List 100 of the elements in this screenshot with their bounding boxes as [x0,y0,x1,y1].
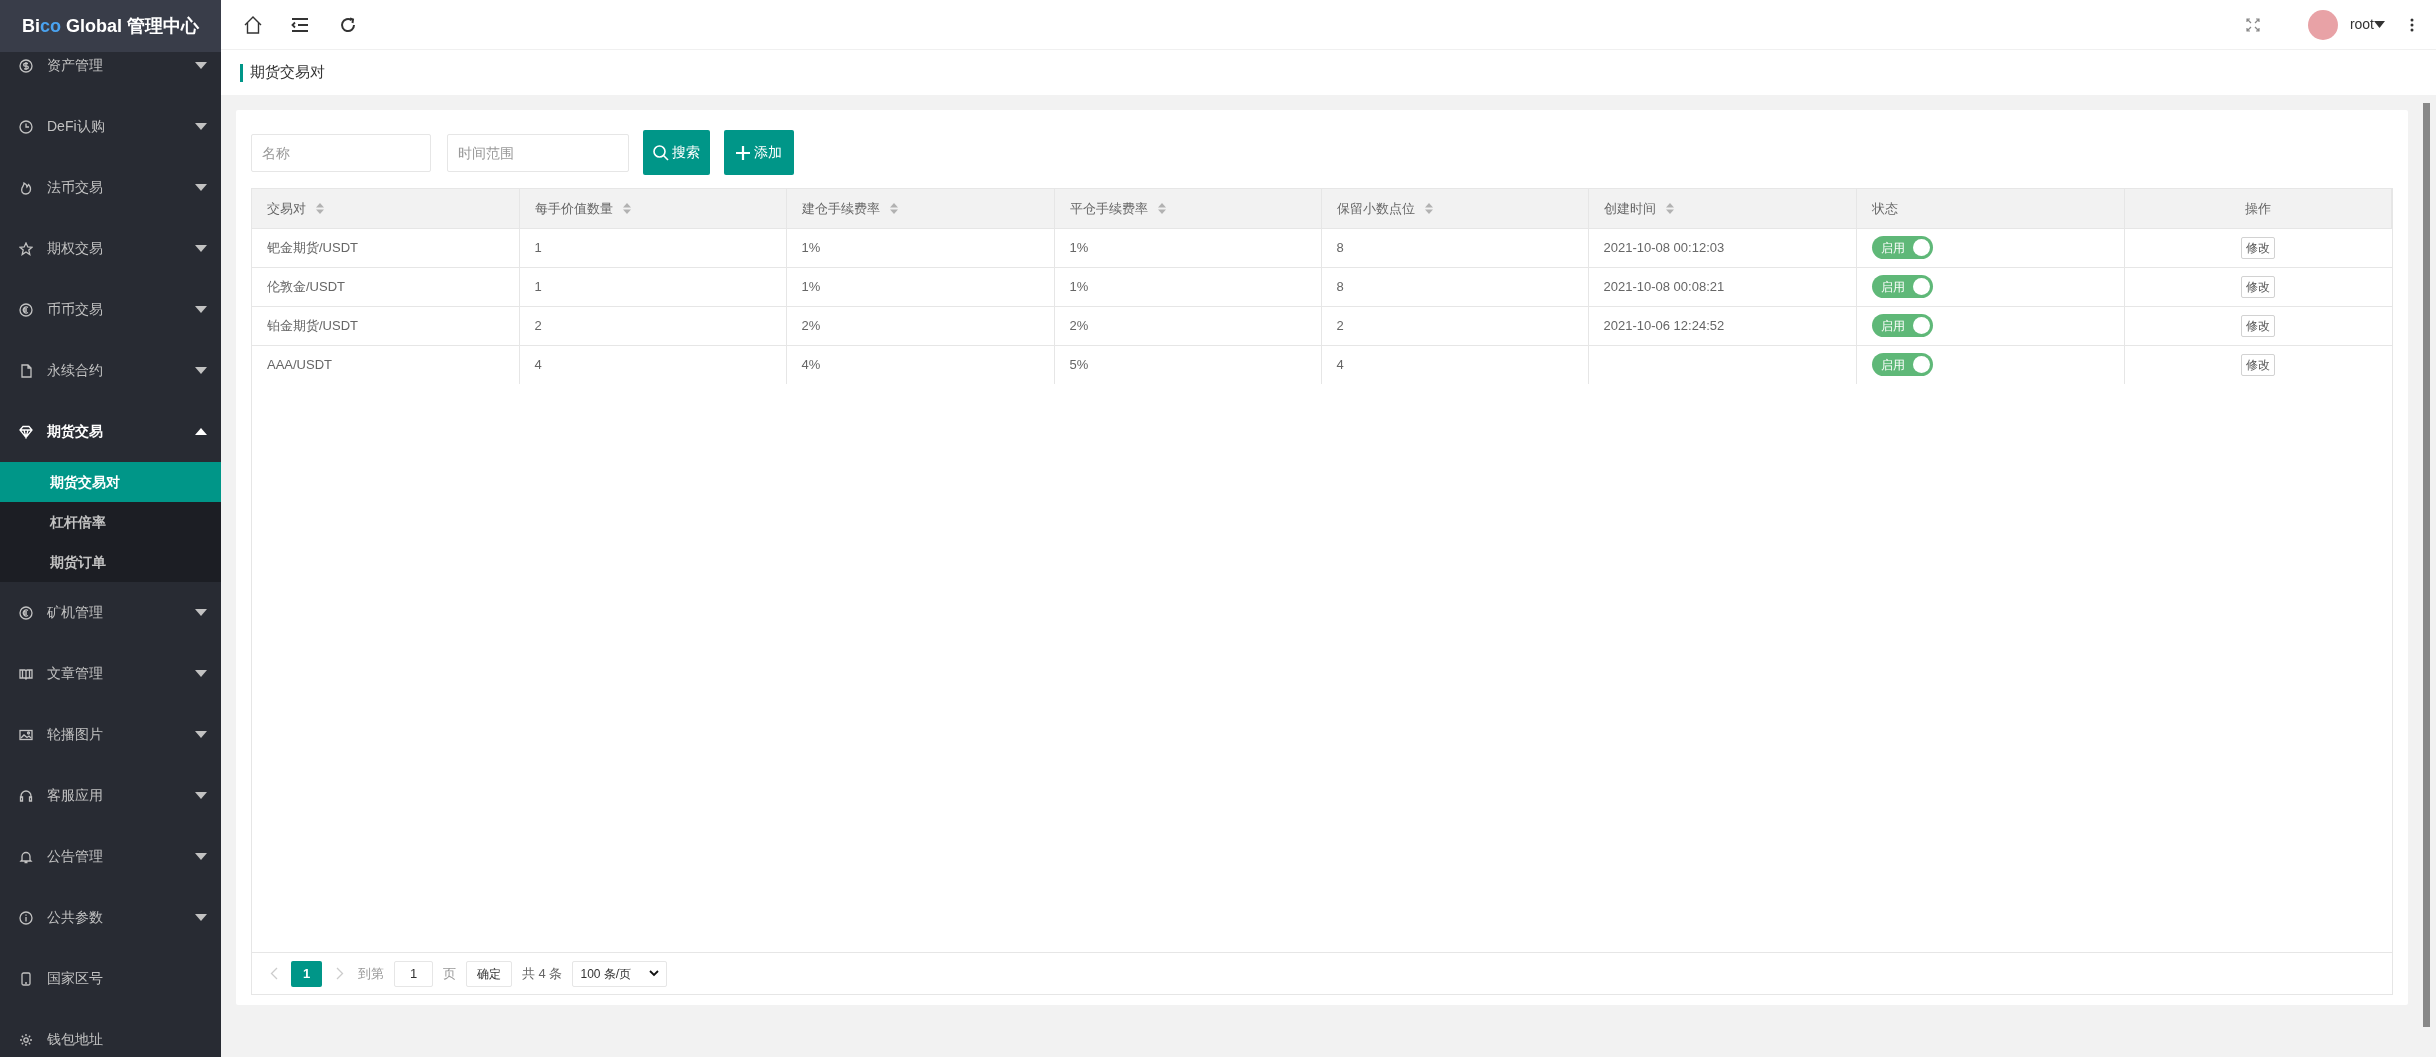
title-marker [240,63,243,82]
time-range-field[interactable]: 时间范围 [447,133,629,172]
plus-icon [736,145,750,160]
page-unit-label: 页 [443,964,456,983]
sidebar-item[interactable]: 币币交易 [0,279,221,340]
more-icon[interactable] [2410,17,2414,32]
table-cell: 2021-10-08 00:12:03 [1603,239,1725,255]
sidebar-item[interactable]: 资产管理 [0,52,221,96]
star-icon [19,241,33,256]
column-header[interactable]: 每手价值数量 [534,198,613,218]
search-button[interactable]: 搜索 [643,130,710,175]
phone-icon [19,971,33,986]
file-icon [19,363,33,378]
home-icon[interactable] [243,14,263,35]
page-title: 期货交易对 [250,62,325,83]
sort-icon[interactable] [1665,202,1674,214]
dollar-icon [19,58,33,73]
table-cell: 2 [534,317,542,333]
headset-icon [19,788,33,803]
diamond-icon [19,424,33,439]
sidebar-item[interactable]: 国家区号 [0,948,221,1009]
sidebar-item[interactable]: 法币交易 [0,157,221,218]
edit-button[interactable]: 修改 [2241,275,2275,298]
table-cell: AAA/USDT [267,357,332,372]
confirm-button[interactable]: 确定 [466,960,512,987]
table-cell: 2% [1069,317,1089,333]
gear-icon [19,1032,33,1047]
table-cell: 4 [534,357,542,372]
name-field[interactable]: 名称 [251,133,431,172]
table-cell: 1 [534,278,542,294]
chevron-down-icon [649,970,660,977]
refresh-icon[interactable] [339,15,357,34]
header-cell[interactable]: 每手价值数量 [519,189,786,228]
sidebar-item[interactable]: 期权交易 [0,218,221,279]
user-avatar[interactable] [2307,9,2338,40]
sidebar-item[interactable]: 轮播图片 [0,704,221,765]
sidebar-item[interactable]: 文章管理 [0,643,221,704]
header-cell[interactable]: 保留小数点位 [1321,189,1588,228]
header-cell[interactable]: 交易对 [252,189,519,228]
table-cell: 钯金期货/USDT [267,239,358,255]
submenu-item[interactable]: 期货交易对 [0,462,221,502]
add-button[interactable]: 添加 [724,130,794,175]
next-page-icon[interactable] [336,967,344,980]
table-cell: 1% [1069,239,1089,255]
sidebar-item[interactable]: DeFi认购 [0,96,221,157]
submenu-item[interactable]: 杠杆倍率 [0,502,221,542]
column-header[interactable]: 平仓手续费率 [1069,198,1148,218]
column-header[interactable]: 保留小数点位 [1336,198,1415,218]
scrollbar[interactable] [2423,103,2430,1027]
sort-icon[interactable] [622,202,631,214]
header-cell[interactable]: 建仓手续费率 [786,189,1054,228]
sidebar-item[interactable]: 永续合约 [0,340,221,401]
sidebar-item[interactable]: 客服应用 [0,765,221,826]
total-count: 共 4 条 [522,964,563,983]
caret-icon [2374,21,2385,28]
header-cell[interactable]: 平仓手续费率 [1054,189,1321,228]
previous-page-icon[interactable] [270,967,278,980]
column-header[interactable]: 创建时间 [1603,198,1656,218]
column-header: 状态 [1871,199,1898,218]
sort-icon[interactable] [1157,202,1166,214]
submenu-item[interactable]: 期货订单 [0,542,221,582]
sidebar-item[interactable]: 钱包地址 [0,1009,221,1057]
table-cell: 4 [1336,357,1344,372]
info-icon [19,910,33,925]
sidebar-item[interactable]: 矿机管理 [0,582,221,643]
table-cell: 1% [801,278,821,294]
user-menu[interactable]: root [2349,14,2374,35]
goto-label: 到第 [358,964,384,983]
flame-icon [19,180,33,195]
page-size-select[interactable]: 100 条/页 [572,960,668,987]
sidebar-item[interactable]: 公告管理 [0,826,221,887]
fullscreen-icon[interactable] [2245,17,2260,32]
header-cell[interactable]: 创建时间 [1588,189,1856,228]
table-cell: 8 [1336,278,1344,294]
sidebar-item[interactable]: 公共参数 [0,887,221,948]
sidebar-item[interactable]: 期货交易 [0,401,221,462]
edit-button[interactable]: 修改 [2241,314,2275,337]
column-header[interactable]: 交易对 [267,198,306,218]
coin-icon [19,302,33,317]
table-cell: 2 [1336,317,1344,333]
sort-icon[interactable] [316,202,324,214]
column-header[interactable]: 建仓手续费率 [801,198,880,218]
sort-icon[interactable] [889,202,898,214]
column-header: 操作 [2244,199,2271,218]
bell-icon [19,849,33,864]
brand-logo: Bico Global 管理中心 [0,0,221,52]
table-cell: 伦敦金/USDT [267,278,345,294]
page-input[interactable]: 1 [394,960,433,987]
table-cell: 8 [1336,239,1344,255]
edit-button[interactable]: 修改 [2241,353,2275,376]
table-cell: 2021-10-06 12:24:52 [1603,317,1725,333]
table-cell: 2021-10-08 00:08:21 [1603,278,1725,294]
sort-icon[interactable] [1424,202,1433,214]
book-icon [19,666,33,681]
image-icon [19,727,33,742]
menu-collapse-icon[interactable] [291,16,309,33]
table-cell: 1 [534,239,542,255]
edit-button[interactable]: 修改 [2241,236,2275,259]
coin-icon [19,605,33,620]
page-number[interactable]: 1 [291,960,322,987]
